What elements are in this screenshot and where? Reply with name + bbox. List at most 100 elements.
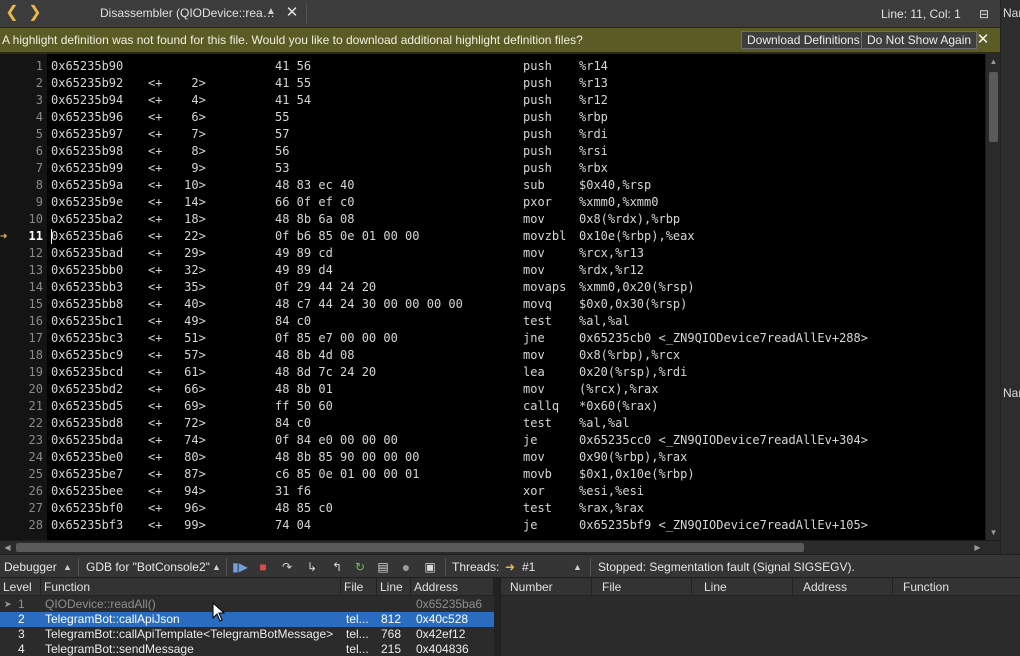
column-header-address[interactable]: Address bbox=[411, 578, 494, 596]
code-line[interactable]: 4 0x65235b96 <+ 6> 55 push %rbp bbox=[0, 109, 985, 126]
operands: %al,%al bbox=[579, 314, 630, 328]
code-line[interactable]: 11 0x65235ba6 <+ 22> 0f b6 85 0e 01 00 00 mo… bbox=[0, 228, 985, 245]
column-header-level[interactable]: Level bbox=[0, 578, 41, 596]
code-line[interactable]: 12 0x65235bad <+ 29> 49 89 cd mov %rcx,%r13 bbox=[0, 245, 985, 262]
disassembly-editor[interactable]: 1 0x65235b90 41 56 push %r14 2 0x65235b92 <+ 2>… bbox=[0, 54, 1000, 540]
column-header-file[interactable]: File bbox=[341, 578, 377, 596]
document-title[interactable]: Disassembler (QIODevice::rea… bbox=[100, 6, 275, 20]
mnemonic: movb bbox=[523, 467, 552, 481]
opcode-bytes: 56 bbox=[275, 144, 290, 158]
scroll-down-icon[interactable]: ▼ bbox=[986, 525, 1001, 540]
scroll-right-icon[interactable]: ▶ bbox=[970, 541, 985, 554]
debugger-mode-select[interactable]: Debugger bbox=[4, 558, 57, 576]
code-line[interactable]: 18 0x65235bc9 <+ 57> 48 8b 4d 08 mov 0x8(%rbp… bbox=[0, 347, 985, 364]
code-line[interactable]: 1 0x65235b90 41 56 push %r14 bbox=[0, 58, 985, 75]
instruction-address: 0x65235bc3 bbox=[51, 331, 124, 345]
line-number: 27 bbox=[28, 501, 43, 515]
code-line[interactable]: 16 0x65235bc1 <+ 49> 84 c0 test %al,%al bbox=[0, 313, 985, 330]
opcode-bytes: 55 bbox=[275, 110, 290, 124]
divider bbox=[306, 4, 307, 24]
code-line[interactable]: 19 0x65235bcd <+ 61> 48 8d 7c 24 20 lea 0x20(… bbox=[0, 364, 985, 381]
line-number: 6 bbox=[35, 144, 43, 158]
column-header-function[interactable]: Function bbox=[41, 578, 341, 596]
scrollbar-thumb[interactable] bbox=[16, 543, 804, 552]
updown-chevron-icon[interactable]: ▲︎ bbox=[63, 558, 72, 576]
offset: <+ 40> bbox=[148, 297, 206, 311]
code-line[interactable]: 17 0x65235bc3 <+ 51> 0f 85 e7 00 00 00 jne 0x… bbox=[0, 330, 985, 347]
code-line[interactable]: 26 0x65235bee <+ 94> 31 f6 xor %esi,%esi bbox=[0, 483, 985, 500]
opcode-bytes: c6 85 0e 01 00 00 01 bbox=[275, 467, 420, 481]
chevron-right-icon[interactable]: ❯ bbox=[26, 3, 44, 23]
instruction-address: 0x65235be7 bbox=[51, 467, 124, 481]
instruction-address: 0x65235ba2 bbox=[51, 212, 124, 226]
scrollbar-thumb[interactable] bbox=[989, 72, 998, 142]
horizontal-scrollbar[interactable]: ◀ ▶ bbox=[0, 540, 1000, 553]
operands: %xmm0,0x20(%rsp) bbox=[579, 280, 695, 294]
scroll-left-icon[interactable]: ◀ bbox=[0, 541, 15, 554]
operate-by-instruction-icon[interactable]: ▤ bbox=[375, 559, 391, 575]
code-line[interactable]: 2 0x65235b92 <+ 2> 41 55 push %r13 bbox=[0, 75, 985, 92]
code-line[interactable]: 13 0x65235bb0 <+ 32> 49 89 d4 mov %rdx,%r12 bbox=[0, 262, 985, 279]
close-icon[interactable]: ✕ bbox=[284, 3, 300, 23]
download-definitions-button[interactable]: Download Definitions bbox=[741, 31, 866, 49]
step-into-icon[interactable]: ↳ bbox=[304, 559, 320, 575]
code-line[interactable]: 25 0x65235be7 <+ 87> c6 85 0e 01 00 00 01 mo… bbox=[0, 466, 985, 483]
code-line[interactable]: 23 0x65235bda <+ 74> 0f 84 e0 00 00 00 je 0x6… bbox=[0, 432, 985, 449]
operands: 0x20(%rsp),%rdi bbox=[579, 365, 688, 379]
stack-frame-row[interactable]: 2 TelegramBot::callApiJson tel... 812 0x40c5… bbox=[0, 612, 494, 627]
code-line[interactable]: 15 0x65235bb8 <+ 40> 48 c7 44 24 30 00 00 0… bbox=[0, 296, 985, 313]
code-line[interactable]: 22 0x65235bd8 <+ 72> 84 c0 test %al,%al bbox=[0, 415, 985, 432]
continue-icon[interactable]: ▮▶ bbox=[232, 559, 248, 575]
snapshot-icon[interactable]: ▣ bbox=[422, 559, 438, 575]
operands: 0x65235bf9 <_ZN9QIODevice7readAllEv+105> bbox=[579, 518, 868, 532]
code-line[interactable]: 9 0x65235b9e <+ 14> 66 0f ef c0 pxor %xmm0,%x… bbox=[0, 194, 985, 211]
code-line[interactable]: 27 0x65235bf0 <+ 96> 48 85 c0 test %rax,%rax bbox=[0, 500, 985, 517]
column-header-line[interactable]: Line bbox=[692, 578, 793, 596]
line-number: 1 bbox=[35, 59, 43, 73]
offset: <+ 66> bbox=[148, 382, 206, 396]
code-line[interactable]: 10 0x65235ba2 <+ 18> 48 8b 6a 08 mov 0x8(%rdx… bbox=[0, 211, 985, 228]
code-line[interactable]: 5 0x65235b97 <+ 7> 57 push %rdi bbox=[0, 126, 985, 143]
vertical-scrollbar[interactable]: ▲ ▼ bbox=[985, 54, 1000, 540]
debug-engine-select[interactable]: GDB for "BotConsole2" bbox=[86, 558, 210, 576]
code-line[interactable]: 6 0x65235b98 <+ 8> 56 push %rsi bbox=[0, 143, 985, 160]
code-line[interactable]: 3 0x65235b94 <+ 4> 41 54 push %r12 bbox=[0, 92, 985, 109]
step-over-icon[interactable]: ↷ bbox=[279, 559, 295, 575]
code-line[interactable]: 28 0x65235bf3 <+ 99> 74 04 je 0x65235bf9 <_ZN… bbox=[0, 517, 985, 534]
stack-frame-row[interactable]: 3 TelegramBot::callApiTemplate<TelegramBo… bbox=[0, 627, 494, 642]
close-icon[interactable]: ✕ bbox=[974, 31, 992, 49]
thread-select[interactable]: #1 bbox=[522, 558, 535, 576]
column-header-file[interactable]: File bbox=[592, 578, 692, 596]
column-header-function[interactable]: Function bbox=[893, 578, 1020, 596]
offset: <+ 6> bbox=[148, 110, 206, 124]
chevron-left-icon[interactable]: ❮ bbox=[3, 3, 21, 23]
offset: <+ 32> bbox=[148, 263, 206, 277]
mnemonic: push bbox=[523, 161, 552, 175]
scroll-up-icon[interactable]: ▲ bbox=[986, 54, 1001, 69]
column-header-line[interactable]: Line bbox=[377, 578, 411, 596]
do-not-show-again-button[interactable]: Do Not Show Again bbox=[861, 31, 978, 49]
updown-chevron-icon[interactable]: ▲ bbox=[266, 6, 276, 17]
offset: <+ 35> bbox=[148, 280, 206, 294]
stack-cell-file: tel... bbox=[346, 642, 369, 656]
code-line[interactable]: 14 0x65235bb3 <+ 35> 0f 29 44 24 20 movaps %x… bbox=[0, 279, 985, 296]
stack-frame-row[interactable]: ➤ 1 QIODevice::readAll() 0x65235ba6 bbox=[0, 597, 494, 612]
code-line[interactable]: 8 0x65235b9a <+ 10> 48 83 ec 40 sub $0x40,%rs… bbox=[0, 177, 985, 194]
updown-chevron-icon[interactable]: ▲︎ bbox=[573, 558, 582, 576]
stack-view[interactable]: Level Function File Line Address ➤ 1 QIODe… bbox=[0, 578, 494, 656]
code-line[interactable]: 7 0x65235b99 <+ 9> 53 push %rbx bbox=[0, 160, 985, 177]
code-line[interactable]: 21 0x65235bd5 <+ 69> ff 50 60 callq *0x60(%ra… bbox=[0, 398, 985, 415]
split-editor-icon[interactable]: ⊟ bbox=[979, 6, 995, 22]
offset: <+ 7> bbox=[148, 127, 206, 141]
updown-chevron-icon[interactable]: ▲︎ bbox=[212, 558, 221, 576]
restart-icon[interactable]: ↻ bbox=[352, 559, 368, 575]
record-icon[interactable]: ● bbox=[398, 559, 414, 575]
column-header-address[interactable]: Address bbox=[793, 578, 893, 596]
step-out-icon[interactable]: ↰ bbox=[329, 559, 345, 575]
code-line[interactable]: 20 0x65235bd2 <+ 66> 48 8b 01 mov (%rcx),%rax bbox=[0, 381, 985, 398]
stop-icon[interactable]: ■ bbox=[255, 559, 271, 575]
breakpoints-view[interactable]: Number File Line Address Function bbox=[500, 578, 1020, 656]
code-line[interactable]: 24 0x65235be0 <+ 80> 48 8b 85 90 00 00 00 mo… bbox=[0, 449, 985, 466]
column-header-number[interactable]: Number bbox=[501, 578, 592, 596]
stack-frame-row[interactable]: 4 TelegramBot::sendMessage tel... 215 0x4048… bbox=[0, 642, 494, 656]
